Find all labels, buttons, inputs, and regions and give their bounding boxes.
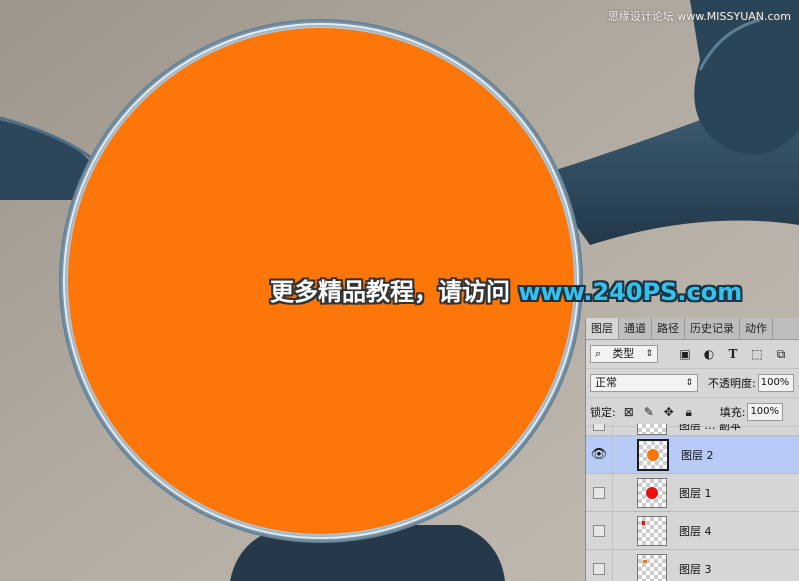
visibility-toggle[interactable] (586, 512, 613, 549)
layer-thumbnail (637, 424, 667, 435)
visibility-toggle[interactable] (586, 424, 613, 435)
lock-row: 锁定: ⊠ ✎ ✥ 🔒︎ 填充: 100% (586, 398, 799, 427)
updown-arrows-icon: ⇕ (685, 378, 693, 388)
layer-thumbnail (637, 477, 667, 508)
red-shape (642, 520, 645, 525)
orange-shape (647, 448, 659, 461)
tab-actions[interactable]: 动作 (740, 318, 773, 339)
layer-thumbnail (637, 438, 669, 471)
visibility-off-box (593, 486, 605, 499)
orange-shape (643, 559, 647, 563)
blend-mode-select[interactable]: 正常 ⇕ (590, 374, 698, 392)
layer-kind-filter[interactable]: ⌕ 类型 ⇕ (590, 345, 658, 363)
layer-thumbnail (637, 553, 667, 581)
blend-row: 正常 ⇕ 不透明度: 100% (586, 369, 799, 398)
layer-row-selected[interactable]: 👁︎ 图层 2 (586, 435, 799, 473)
opacity-label: 不透明度: (708, 377, 756, 390)
layer-thumbnail (637, 515, 667, 546)
visibility-off-box (593, 424, 605, 431)
layers-list: 图层 … 副本 👁︎ 图层 2 图层 1 图层 4 图层 3 (586, 424, 799, 581)
panel-tabs: 图层 通道 路径 历史记录 动作 (586, 318, 799, 340)
text-filter-icon[interactable]: T (726, 347, 740, 361)
tab-history[interactable]: 历史记录 (685, 318, 740, 339)
adjustment-filter-icon[interactable]: ◐ (702, 347, 716, 361)
layer-row[interactable]: 图层 4 (586, 511, 799, 549)
layer-row[interactable]: 图层 1 (586, 473, 799, 511)
visibility-off-box (593, 524, 605, 537)
filter-row: ⌕ 类型 ⇕ ▣ ◐ T ⬚ ⧉ (586, 340, 799, 369)
tab-paths[interactable]: 路径 (652, 318, 685, 339)
red-shape (646, 486, 658, 499)
lock-transparent-pixels-icon[interactable]: ⊠ (622, 405, 636, 419)
layer-row[interactable]: 图层 3 (586, 549, 799, 581)
visibility-toggle[interactable] (586, 550, 613, 581)
layers-panel: 图层 通道 路径 历史记录 动作 ⌕ 类型 ⇕ ▣ ◐ T ⬚ ⧉ 正常 ⇕ 不… (585, 318, 799, 581)
image-filter-icon[interactable]: ▣ (678, 347, 692, 361)
smart-object-filter-icon[interactable]: ⧉ (774, 347, 788, 361)
layer-name: 图层 2 (681, 448, 714, 462)
eye-icon: 👁︎ (590, 447, 608, 462)
tab-channels[interactable]: 通道 (619, 318, 652, 339)
shape-filter-icon[interactable]: ⬚ (750, 347, 764, 361)
updown-arrows-icon: ⇕ (645, 349, 653, 359)
lock-label: 锁定: (590, 406, 616, 419)
blend-mode-value: 正常 (595, 376, 617, 389)
fill-label: 填充: (719, 406, 746, 419)
watermark-url: www.240PS.com (518, 278, 743, 306)
watermark-center: 更多精品教程，请访问 www.240PS.com (270, 272, 742, 307)
fill-input[interactable]: 100% (747, 403, 784, 421)
layer-kind-label: 类型 (612, 347, 635, 360)
visibility-toggle[interactable] (586, 474, 613, 511)
layer-name: 图层 1 (679, 486, 712, 500)
search-icon: ⌕ (595, 347, 602, 360)
tab-layers[interactable]: 图层 (586, 318, 619, 339)
visibility-toggle[interactable]: 👁︎ (586, 436, 613, 473)
layer-name: 图层 4 (679, 524, 712, 538)
lock-position-icon[interactable]: ✥ (662, 405, 676, 419)
opacity-input[interactable]: 100% (757, 374, 794, 392)
watermark-top-right: 思缘设计论坛 www.MISSYUAN.com (607, 10, 791, 23)
visibility-off-box (593, 562, 605, 575)
lock-image-pixels-icon[interactable]: ✎ (642, 405, 656, 419)
layer-name: 图层 … 副本 (679, 424, 741, 432)
lock-all-icon[interactable]: 🔒︎ (682, 405, 696, 419)
layer-row[interactable]: 图层 … 副本 (586, 424, 799, 435)
layer-name: 图层 3 (679, 562, 712, 576)
watermark-text-cn: 更多精品教程，请访问 (270, 278, 510, 306)
